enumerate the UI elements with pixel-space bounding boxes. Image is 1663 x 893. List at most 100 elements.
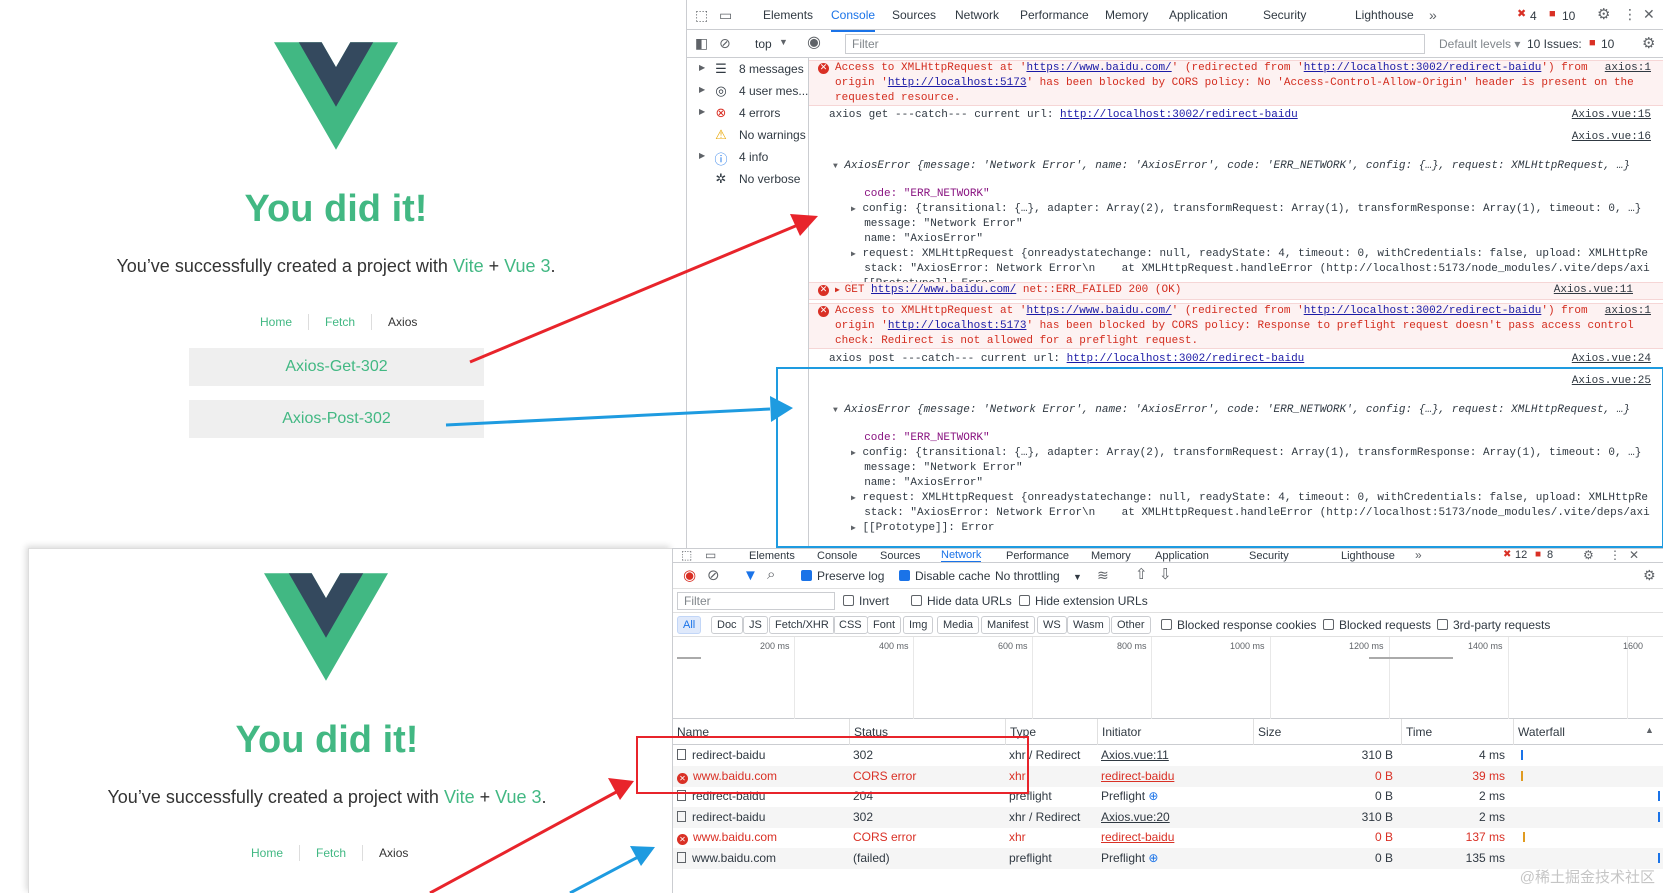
context-selector[interactable]: top [755,37,772,51]
tab-application[interactable]: Application [1155,549,1209,562]
col-status[interactable]: Status [849,719,888,745]
sidebar-item-user-messages[interactable]: ▶ ◎ 4 user mes... [687,80,809,102]
close-icon[interactable]: ✕ [1643,7,1655,21]
type-img[interactable]: Img [903,616,934,634]
upload-icon[interactable]: ⇧ [1135,567,1148,582]
table-row[interactable]: www.baidu.com (failed) preflight Preflight … [673,847,1663,869]
table-row[interactable]: ✕ www.baidu.com CORS error xhr redirect-baid… [673,765,1663,787]
warning-badge-icon[interactable]: ■ [1549,9,1556,20]
tab-security[interactable]: Security [1263,0,1306,30]
error-badge-icon[interactable]: ✖ [1517,9,1526,20]
error-badge-icon[interactable]: ✖ [1503,550,1511,560]
blocked-requests-checkbox[interactable]: Blocked requests [1323,618,1431,632]
device-toolbar-icon[interactable]: ▭ [719,8,732,22]
tab-elements[interactable]: Elements [763,0,813,30]
kebab-menu-icon[interactable]: ⋮ [1623,7,1637,21]
type-other[interactable]: Other [1111,616,1151,634]
cell-initiator[interactable]: redirect-baidu [1097,766,1253,787]
sidebar-item-verbose[interactable]: ✲ No verbose [687,168,809,190]
preserve-log-checkbox[interactable]: Preserve log [801,569,884,583]
tab-console[interactable]: Console [831,0,876,32]
gear-icon[interactable]: ⚙ [1643,568,1656,582]
tab-performance[interactable]: Performance [1020,0,1089,30]
source-link[interactable]: axios:1 [1605,304,1651,319]
gear-icon[interactable]: ⚙ [1597,7,1610,22]
type-manifest[interactable]: Manifest [981,616,1035,634]
axios-post-302-button[interactable]: Axios-Post-302 [189,400,484,438]
nav-home-link[interactable]: Home [244,314,308,330]
default-levels-dropdown[interactable]: Default levels ▾ [1439,37,1520,51]
invert-checkbox[interactable]: Invert [843,594,889,608]
cell-initiator[interactable]: Axios.vue:20 [1097,807,1253,828]
col-waterfall[interactable]: Waterfall [1513,719,1565,745]
blocked-cookies-checkbox[interactable]: Blocked response cookies [1161,618,1316,632]
col-type[interactable]: Type [1005,719,1036,745]
type-doc[interactable]: Doc [711,616,743,634]
eye-icon[interactable]: ◉ [807,35,821,51]
tab-performance[interactable]: Performance [1006,549,1069,562]
axios-get-302-button[interactable]: Axios-Get-302 [189,348,484,386]
cell-initiator[interactable]: Preflight ⊕ [1097,786,1253,807]
record-stop-icon[interactable]: ◉ [683,568,696,583]
col-time[interactable]: Time [1401,719,1432,745]
cell-initiator[interactable]: redirect-baidu [1097,827,1253,848]
col-name[interactable]: Name [673,719,709,745]
table-row[interactable]: redirect-baidu 302 xhr / Redirect Axios.vue… [673,745,1663,766]
source-link[interactable]: Axios.vue:11 [1554,283,1633,298]
tab-security[interactable]: Security [1249,549,1289,562]
tab-memory[interactable]: Memory [1091,549,1131,562]
tab-lighthouse[interactable]: Lighthouse [1341,549,1395,562]
filter-icon[interactable]: ▼ [743,568,758,583]
type-wasm[interactable]: Wasm [1067,616,1110,634]
type-fetch-xhr[interactable]: Fetch/XHR [769,616,835,634]
type-js[interactable]: JS [743,616,768,634]
close-icon[interactable]: ✕ [1629,549,1639,561]
disable-cache-checkbox[interactable]: Disable cache [899,569,990,583]
throttling-select[interactable]: No throttling ▼ [995,569,1082,583]
col-initiator[interactable]: Initiator [1097,719,1141,745]
tab-lighthouse[interactable]: Lighthouse [1355,0,1414,30]
col-size[interactable]: Size [1253,719,1281,745]
nav-fetch-link[interactable]: Fetch [299,845,362,861]
cell-initiator[interactable]: Preflight ⊕ [1097,848,1253,869]
sort-up-icon[interactable]: ▲ [1645,726,1654,735]
gear-icon[interactable]: ⚙ [1642,36,1655,51]
sidebar-toggle-icon[interactable]: ◧ [695,36,708,50]
tab-sources[interactable]: Sources [880,549,920,562]
clear-icon[interactable]: ⊘ [707,568,720,583]
nav-fetch-link[interactable]: Fetch [308,314,371,330]
chevron-down-icon[interactable]: ▼ [779,38,788,47]
type-media[interactable]: Media [937,616,979,634]
download-icon[interactable]: ⇩ [1159,567,1172,582]
device-toolbar-icon[interactable]: ▭ [705,549,716,561]
sidebar-item-errors[interactable]: ▶ ⊗ 4 errors [687,102,809,124]
issues-label[interactable]: 10 Issues: [1527,37,1582,51]
sidebar-item-messages[interactable]: ▶ ☰ 8 messages [687,58,809,80]
table-row[interactable]: redirect-baidu 204 preflight Preflight ⊕ 0 B… [673,786,1663,807]
hide-extension-urls-checkbox[interactable]: Hide extension URLs [1019,594,1148,608]
tab-console[interactable]: Console [817,549,857,562]
table-row[interactable]: redirect-baidu 302 xhr / Redirect Axios.vue… [673,806,1663,828]
network-filter-input[interactable]: Filter [677,592,835,610]
tab-application[interactable]: Application [1169,0,1228,30]
warning-badge-icon[interactable]: ■ [1535,550,1541,560]
nav-axios-link[interactable]: Axios [371,314,433,330]
axios-error-object[interactable]: ▼ AxiosError {message: 'Network Error', … [833,388,1630,418]
source-link[interactable]: axios:1 [1605,61,1651,76]
cell-initiator[interactable]: Axios.vue:11 [1097,745,1253,766]
third-party-checkbox[interactable]: 3rd-party requests [1437,618,1550,632]
table-row[interactable]: ✕ www.baidu.com CORS error xhr redirect-baid… [673,827,1663,848]
clear-console-icon[interactable]: ⊘ [719,36,731,50]
wifi-icon[interactable]: ≋ [1097,568,1109,582]
axios-error-object[interactable]: ▼ AxiosError {message: 'Network Error', … [833,144,1630,174]
type-all[interactable]: All [677,616,702,634]
sidebar-item-info[interactable]: ▶ ⓘ 4 info [687,146,809,168]
tab-network[interactable]: Network [941,549,982,562]
inspect-element-icon[interactable]: ⬚ [695,8,708,22]
more-tabs-icon[interactable]: » [1415,549,1422,561]
search-icon[interactable]: ⌕ [767,567,775,582]
console-filter-input[interactable]: Filter [845,34,1425,54]
source-link[interactable]: Axios.vue:25 [1572,374,1651,389]
source-link[interactable]: Axios.vue:16 [1572,130,1651,145]
gear-icon[interactable]: ⚙ [1583,549,1594,561]
